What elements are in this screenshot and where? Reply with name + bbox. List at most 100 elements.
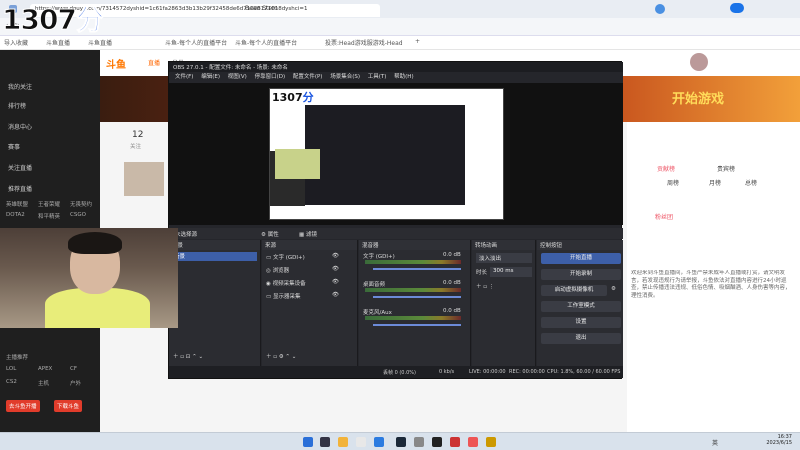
cloud-icon[interactable] — [730, 3, 744, 13]
sidebar-item-follow[interactable]: 我的关注 — [8, 82, 32, 91]
eye-icon[interactable]: 👁 — [332, 292, 339, 298]
volume-slider[interactable] — [373, 324, 461, 326]
sidebar-category[interactable]: 户外 — [70, 379, 81, 387]
audio-meter — [365, 288, 461, 292]
menu-edit[interactable]: 编辑(E) — [201, 74, 220, 80]
follow-count: 12 — [132, 130, 144, 140]
sidebar-item-events[interactable]: 赛事 — [8, 142, 20, 151]
sidebar-category[interactable]: DOTA2 — [6, 212, 25, 218]
nav-item[interactable]: 直播 — [148, 58, 160, 67]
properties-button[interactable]: ⚙ 属性 — [261, 230, 279, 238]
sidebar-item-live[interactable]: 关注直播 — [8, 163, 32, 172]
menu-scene-collection[interactable]: 场景集合(S) — [330, 74, 360, 80]
rank-filter[interactable]: 总榜 — [745, 178, 757, 187]
start-recording-button[interactable]: 开始录制 — [541, 269, 621, 280]
douyu-logo[interactable]: 斗鱼 — [106, 56, 126, 71]
app-icon[interactable] — [468, 437, 478, 447]
start-stream-button[interactable]: 去斗鱼开播 — [6, 400, 40, 412]
search-icon[interactable] — [320, 437, 330, 447]
rank-tab[interactable]: 贡献榜 — [657, 164, 675, 173]
webcam-person-shirt — [45, 288, 150, 328]
download-button[interactable]: 下载斗鱼 — [54, 400, 83, 412]
sidebar-category[interactable]: 王者荣耀 — [38, 200, 60, 208]
menu-profile[interactable]: 配置文件(P) — [293, 74, 323, 80]
explorer-icon[interactable] — [338, 437, 348, 447]
sidebar-category[interactable]: 主机 — [38, 379, 49, 387]
stream-thumbnail[interactable] — [124, 162, 164, 196]
score-number: 1307 — [2, 3, 78, 37]
eye-icon[interactable]: 👁 — [332, 253, 339, 259]
rank-tab[interactable]: 贵宾榜 — [717, 164, 735, 173]
top-bookmark-text[interactable]: Bean Stem — [240, 3, 283, 16]
start-streaming-button[interactable]: 开始直播 — [541, 253, 621, 264]
rank-filter[interactable]: 月榜 — [709, 178, 721, 187]
add-tab-icon[interactable]: + — [415, 38, 420, 45]
sidebar-category[interactable]: 和平精英 — [38, 212, 60, 220]
live-time: LIVE: 00:00:00 — [469, 369, 506, 375]
sidebar-category[interactable]: APEX — [38, 366, 52, 372]
taskbar: 英 16:37 2023/6/15 — [0, 432, 800, 450]
eye-icon[interactable]: 👁 — [332, 266, 339, 272]
scene-item[interactable]: 场景 — [171, 252, 257, 261]
menu-file[interactable]: 文件(F) — [175, 74, 193, 80]
obs-icon[interactable] — [432, 437, 442, 447]
obs-titlebar: OBS 27.0.1 - 配置文件: 未命名 - 场景: 未命名 — [169, 62, 623, 72]
avatar[interactable] — [690, 53, 708, 71]
sidebar-item-message[interactable]: 消息中心 — [8, 122, 32, 131]
volume-slider[interactable] — [373, 296, 461, 298]
add-source-button[interactable]: ＋ ▫ ⚙ ⌃ ⌄ — [266, 352, 296, 360]
sources-header: 来源 — [262, 240, 357, 250]
app-icon[interactable] — [450, 437, 460, 447]
sidebar-category[interactable]: LOL — [6, 366, 16, 372]
source-item[interactable]: ◎ 浏览器 — [266, 266, 289, 274]
edge-icon[interactable] — [374, 437, 384, 447]
bookmark-item[interactable]: 导入收藏 — [4, 38, 28, 47]
transition-select[interactable]: 淡入淡出 — [476, 253, 532, 263]
gear-icon[interactable]: ⚙ — [611, 286, 616, 292]
scenes-header: 场景 — [169, 240, 260, 250]
start-icon[interactable] — [303, 437, 313, 447]
volume-slider[interactable] — [373, 268, 461, 270]
app-icon[interactable] — [414, 437, 424, 447]
bookmark-item[interactable]: 斗鱼直播 — [46, 38, 70, 47]
sidebar-category[interactable]: 英雄联盟 — [6, 200, 28, 208]
duration-input[interactable]: 300 ms — [490, 267, 532, 277]
obs-docks: 场景 场景 ＋ ▫ ⊡ ⌃ ⌄ 来源 ▭ 文字 (GDI+) ◎ 浏览器 ◉ 视… — [169, 240, 623, 380]
menu-help[interactable]: 帮助(H) — [394, 74, 413, 80]
exit-button[interactable]: 退出 — [541, 333, 621, 344]
sidebar-category[interactable]: 无畏契约 — [70, 200, 92, 208]
obs-preview[interactable]: 1307分 — [169, 83, 623, 225]
source-item[interactable]: ▭ 显示器采集 — [266, 292, 300, 300]
settings-button[interactable]: 设置 — [541, 317, 621, 328]
filters-button[interactable]: ▦ 滤镜 — [299, 230, 317, 238]
bookmark-item[interactable]: 投票:Head游戏服游戏-Head — [325, 38, 403, 47]
obs-menubar: 文件(F) 编辑(E) 视图(V) 停靠窗口(D) 配置文件(P) 场景集合(S… — [169, 72, 623, 83]
bookmark-item[interactable]: 斗鱼-每个人的直播平台 — [165, 38, 227, 47]
app-icon[interactable] — [486, 437, 496, 447]
steam-icon[interactable] — [396, 437, 406, 447]
bookmark-item[interactable]: 斗鱼直播 — [88, 38, 112, 47]
studio-mode-button[interactable]: 工作室模式 — [541, 301, 621, 312]
source-item[interactable]: ◉ 视频采集设备 — [266, 279, 306, 287]
add-scene-button[interactable]: ＋ ▫ ⊡ ⌃ ⌄ — [173, 352, 203, 360]
menu-view[interactable]: 视图(V) — [228, 74, 247, 80]
preview-obs-nested — [305, 105, 465, 205]
sidebar-category[interactable]: CF — [70, 366, 77, 372]
extension-icon[interactable] — [655, 4, 665, 14]
chrome-icon[interactable] — [356, 437, 366, 447]
clock[interactable]: 16:37 2023/6/15 — [766, 434, 792, 446]
sidebar-category[interactable]: CS2 — [6, 379, 17, 385]
virtual-camera-button[interactable]: 启动虚拟摄像机 — [541, 285, 607, 296]
sidebar-category[interactable]: CSGO — [70, 212, 86, 218]
sidebar-item-recommend[interactable]: 推荐直播 — [8, 184, 32, 193]
transition-add-button[interactable]: ＋ ▫ ⋮ — [476, 282, 494, 290]
sidebar-item-rank[interactable]: 排行榜 — [8, 101, 26, 110]
bookmark-item[interactable]: 斗鱼-每个人的直播平台 — [235, 38, 297, 47]
source-item[interactable]: ▭ 文字 (GDI+) — [266, 253, 305, 261]
language-indicator[interactable]: 英 — [712, 438, 718, 447]
menu-docks[interactable]: 停靠窗口(D) — [255, 74, 286, 80]
eye-icon[interactable]: 👁 — [332, 279, 339, 285]
sidebar-category[interactable]: 主播推荐 — [6, 353, 28, 361]
rank-filter[interactable]: 周榜 — [667, 178, 679, 187]
menu-tools[interactable]: 工具(T) — [368, 74, 387, 80]
